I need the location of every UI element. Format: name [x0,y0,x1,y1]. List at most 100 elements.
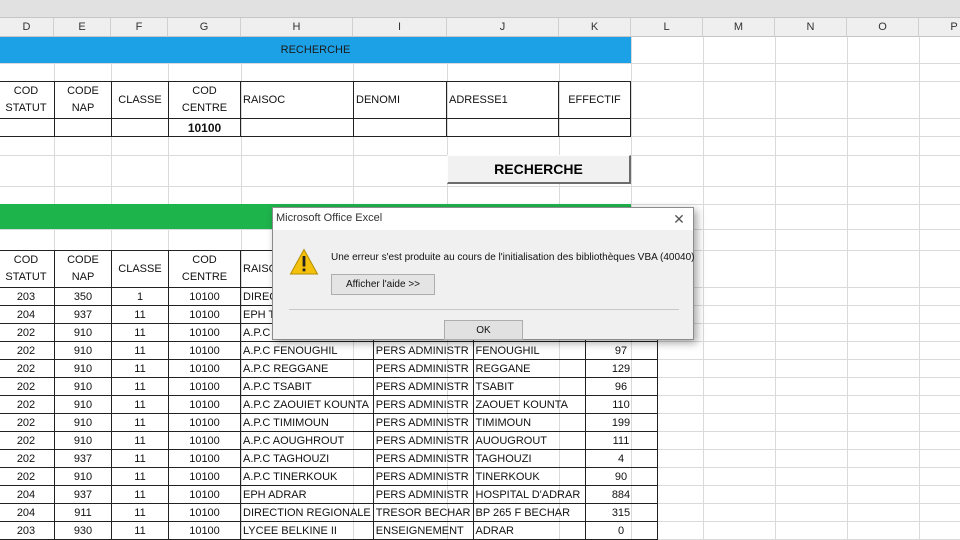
table-cell[interactable]: A.P.C AOUGHROUT [240,431,374,450]
table-cell[interactable]: TSABIT [472,377,586,396]
table-cell[interactable]: 937 [54,449,112,468]
table-cell[interactable]: 315 [584,503,658,522]
table-cell[interactable]: 10100 [168,449,241,468]
column-header[interactable]: D [0,18,54,37]
table-cell[interactable]: PERS ADMINISTR [372,467,474,486]
table-cell[interactable]: 11 [111,305,169,324]
table-cell[interactable]: 10100 [168,431,241,450]
table-cell[interactable]: 204 [0,485,55,504]
table-cell[interactable]: PERS ADMINISTR [372,341,474,360]
table-cell[interactable]: 910 [54,323,112,342]
table-cell[interactable]: 4 [584,449,658,468]
table-cell[interactable]: 910 [54,377,112,396]
table-cell[interactable]: 884 [584,485,658,504]
table-cell[interactable]: A.P.C TINERKOUK [240,467,374,486]
table-cell[interactable]: ENSEIGNEMENT [372,521,474,540]
table-cell[interactable]: 0 [584,521,658,540]
criteria-input-cell[interactable]: 10100 [168,118,241,137]
table-cell[interactable]: 10100 [168,521,241,540]
table-cell[interactable]: 10100 [168,413,241,432]
table-cell[interactable]: PERS ADMINISTR [372,377,474,396]
table-cell[interactable]: 350 [54,287,112,306]
table-cell[interactable]: 11 [111,323,169,342]
table-cell[interactable]: 11 [111,377,169,396]
column-header[interactable]: P [919,18,960,37]
table-cell[interactable]: 10100 [168,503,241,522]
column-header[interactable]: I [353,18,447,37]
table-cell[interactable]: 10100 [168,323,241,342]
table-cell[interactable]: 202 [0,359,55,378]
criteria-input-cell[interactable] [240,118,354,137]
table-cell[interactable]: 10100 [168,341,241,360]
table-cell[interactable]: 204 [0,503,55,522]
table-cell[interactable]: 202 [0,323,55,342]
table-cell[interactable]: A.P.C FENOUGHIL [240,341,374,360]
table-cell[interactable]: 202 [0,413,55,432]
table-cell[interactable]: 910 [54,395,112,414]
table-cell[interactable]: AUOUGROUT [472,431,586,450]
table-cell[interactable]: 911 [54,503,112,522]
table-cell[interactable]: 11 [111,449,169,468]
table-cell[interactable]: ZAOUET KOUNTA [472,395,586,414]
table-cell[interactable]: 910 [54,341,112,360]
table-cell[interactable]: 10100 [168,395,241,414]
table-cell[interactable]: 202 [0,467,55,486]
criteria-input-cell[interactable] [111,118,169,137]
criteria-input-cell[interactable] [0,118,55,137]
table-cell[interactable]: 10100 [168,359,241,378]
column-header[interactable]: N [775,18,847,37]
table-cell[interactable]: BP 265 F BECHAR [472,503,586,522]
table-cell[interactable]: 203 [0,521,55,540]
criteria-input-cell[interactable] [353,118,447,137]
table-cell[interactable]: 202 [0,431,55,450]
table-cell[interactable]: 10100 [168,287,241,306]
table-cell[interactable]: PERS ADMINISTR [372,395,474,414]
table-cell[interactable]: 11 [111,431,169,450]
table-cell[interactable]: 11 [111,521,169,540]
table-cell[interactable]: TRESOR BECHAR [372,503,474,522]
criteria-input-cell[interactable] [54,118,112,137]
table-cell[interactable]: 11 [111,485,169,504]
table-cell[interactable]: A.P.C TSABIT [240,377,374,396]
column-header[interactable]: G [168,18,241,37]
table-cell[interactable]: 10100 [168,377,241,396]
table-cell[interactable]: A.P.C TIMIMOUN [240,413,374,432]
table-cell[interactable]: PERS ADMINISTR [372,359,474,378]
table-cell[interactable]: ADRAR [472,521,586,540]
table-cell[interactable]: PERS ADMINISTR [372,431,474,450]
table-cell[interactable]: 11 [111,395,169,414]
table-cell[interactable]: PERS ADMINISTR [372,449,474,468]
table-cell[interactable]: 910 [54,431,112,450]
close-icon[interactable]: ✕ [669,209,689,229]
column-header[interactable]: J [447,18,559,37]
table-cell[interactable]: 937 [54,485,112,504]
table-cell[interactable]: A.P.C TAGHOUZI [240,449,374,468]
column-header[interactable]: K [559,18,631,37]
table-cell[interactable]: 930 [54,521,112,540]
criteria-input-cell[interactable] [446,118,559,137]
table-cell[interactable]: 203 [0,287,55,306]
table-cell[interactable]: 11 [111,341,169,360]
table-cell[interactable]: TAGHOUZI [472,449,586,468]
table-cell[interactable]: 10100 [168,467,241,486]
table-cell[interactable]: 10100 [168,485,241,504]
column-header[interactable]: H [241,18,353,37]
table-cell[interactable]: LYCEE BELKINE II [240,521,374,540]
criteria-input-cell[interactable] [558,118,631,137]
help-button[interactable]: Afficher l'aide >> [331,274,435,295]
column-header[interactable]: M [703,18,775,37]
table-cell[interactable]: 204 [0,305,55,324]
table-cell[interactable]: 11 [111,467,169,486]
table-cell[interactable]: TINERKOUK [472,467,586,486]
table-cell[interactable]: 90 [584,467,658,486]
table-cell[interactable]: 11 [111,503,169,522]
table-cell[interactable]: 97 [584,341,658,360]
table-cell[interactable]: FENOUGHIL [472,341,586,360]
table-cell[interactable]: 937 [54,305,112,324]
table-cell[interactable]: 202 [0,395,55,414]
column-header[interactable]: O [847,18,919,37]
column-header[interactable]: E [54,18,111,37]
ok-button[interactable]: OK [444,320,523,340]
table-cell[interactable]: 910 [54,413,112,432]
table-cell[interactable]: 910 [54,359,112,378]
